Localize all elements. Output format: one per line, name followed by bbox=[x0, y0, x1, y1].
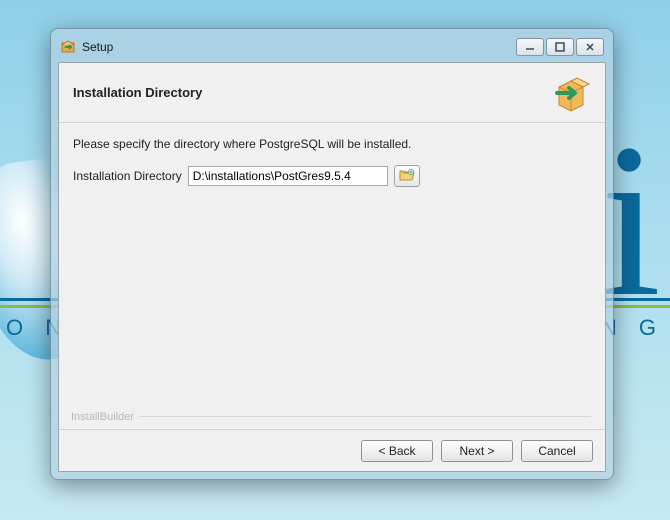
instruction-text: Please specify the directory where Postg… bbox=[73, 137, 591, 151]
titlebar: Setup bbox=[58, 36, 606, 58]
setup-window: Setup Installation Directory Plea bbox=[50, 28, 614, 480]
close-button[interactable] bbox=[576, 38, 604, 56]
directory-label: Installation Directory bbox=[73, 169, 182, 183]
next-button[interactable]: Next > bbox=[441, 440, 513, 462]
cancel-button[interactable]: Cancel bbox=[521, 440, 593, 462]
directory-field-row: Installation Directory bbox=[73, 165, 591, 187]
browse-button[interactable] bbox=[394, 165, 420, 187]
folder-open-icon bbox=[399, 168, 415, 185]
page-title: Installation Directory bbox=[73, 85, 551, 100]
wizard-content: Please specify the directory where Postg… bbox=[59, 123, 605, 429]
app-icon bbox=[60, 39, 76, 55]
watermark-text: InstallBuilder bbox=[71, 411, 134, 423]
back-button[interactable]: < Back bbox=[361, 440, 433, 462]
window-title: Setup bbox=[82, 40, 113, 54]
wizard-footer: < Back Next > Cancel bbox=[59, 429, 605, 471]
window-body: Installation Directory Please specify th… bbox=[58, 62, 606, 472]
directory-input[interactable] bbox=[188, 166, 388, 186]
box-arrow-icon bbox=[551, 73, 591, 113]
wizard-header: Installation Directory bbox=[59, 63, 605, 123]
watermark-line bbox=[139, 416, 591, 417]
minimize-button[interactable] bbox=[516, 38, 544, 56]
maximize-button[interactable] bbox=[546, 38, 574, 56]
